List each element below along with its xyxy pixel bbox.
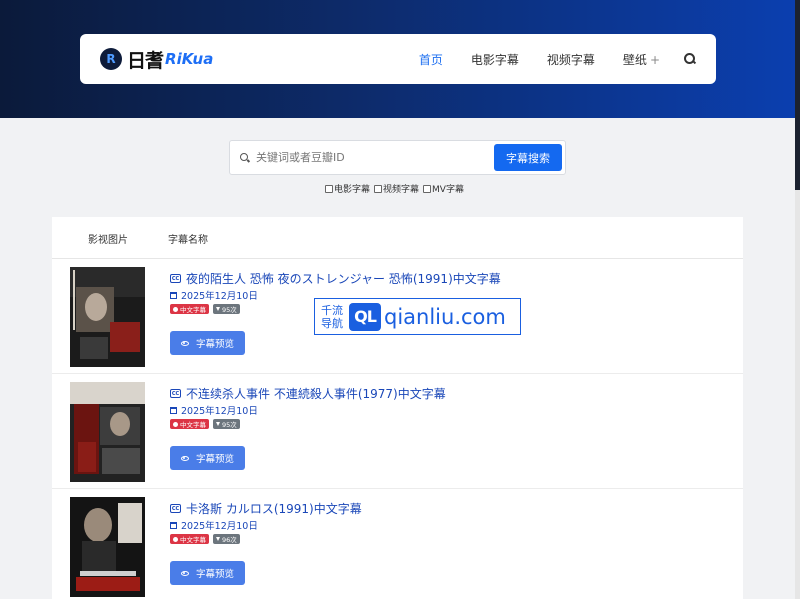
badges: 中文字幕 96次 xyxy=(170,534,244,544)
upload-date: 2025年12月10日 xyxy=(181,291,258,302)
subtitle-title: 不连续杀人事件 不連続殺人事件(1977)中文字幕 xyxy=(186,387,446,401)
subtitle-title-link[interactable]: CC 夜的陌生人 恐怖 夜のストレンジャー 恐怖(1991)中文字幕 xyxy=(170,270,501,287)
logo-name-cn: 日耆 xyxy=(127,49,164,72)
filter-label: 视频字幕 xyxy=(383,185,420,195)
search-button[interactable]: 字幕搜索 xyxy=(494,144,562,171)
download-icon xyxy=(216,422,220,426)
calendar-icon xyxy=(170,291,177,299)
cc-icon: CC xyxy=(170,504,181,513)
subtitle-title-link[interactable]: CC 卡洛斯 カルロス(1991)中文字幕 xyxy=(170,500,362,517)
download-count: 96次 xyxy=(222,536,237,544)
filter-video-subtitles[interactable]: 视频字幕 xyxy=(374,182,419,195)
movie-poster[interactable] xyxy=(70,497,145,597)
download-icon xyxy=(216,537,220,541)
download-count: 95次 xyxy=(222,421,237,429)
upload-date: 2025年12月10日 xyxy=(181,406,258,417)
watermark-cn: 千流 导航 xyxy=(317,304,347,330)
watermark-cn-bottom: 导航 xyxy=(321,316,343,330)
search-icon xyxy=(240,152,250,163)
preview-button[interactable]: 字幕预览 xyxy=(170,331,245,355)
nav-item-home[interactable]: 首页 xyxy=(419,51,443,68)
logo-name-en: RiKua xyxy=(165,50,214,68)
date-line: 2025年12月10日 xyxy=(170,288,258,302)
date-line: 2025年12月10日 xyxy=(170,518,258,532)
site-logo[interactable]: R 日耆 RiKua xyxy=(100,46,213,73)
globe-icon xyxy=(173,536,178,542)
download-count-badge: 96次 xyxy=(213,534,240,544)
checkbox[interactable] xyxy=(374,184,383,193)
cc-icon: CC xyxy=(170,389,181,398)
nav-item-wallpaper-label: 壁纸 xyxy=(622,52,647,67)
download-count: 95次 xyxy=(222,306,237,314)
language-badge: 中文字幕 xyxy=(170,304,209,314)
navbar: R 日耆 RiKua 首页 电影字幕 视频字幕 壁纸 + xyxy=(80,34,716,84)
scrollbar-thumb[interactable] xyxy=(795,0,800,190)
table-row: CC 卡洛斯 カルロス(1991)中文字幕 2025年12月10日 中文字幕 9… xyxy=(52,489,743,599)
calendar-icon xyxy=(170,521,177,529)
date-line: 2025年12月10日 xyxy=(170,403,258,417)
table-row: CC 不连续杀人事件 不連続殺人事件(1977)中文字幕 2025年12月10日… xyxy=(52,374,743,489)
download-count-badge: 95次 xyxy=(213,419,240,429)
filter-mv-subtitles[interactable]: MV字幕 xyxy=(423,182,464,195)
movie-poster[interactable] xyxy=(70,382,145,482)
checkbox[interactable] xyxy=(325,184,333,193)
calendar-icon xyxy=(170,406,177,414)
eye-icon xyxy=(180,570,189,576)
table-header: 影视图片 字幕名称 xyxy=(52,217,743,259)
globe-icon xyxy=(173,306,178,312)
eye-icon xyxy=(180,455,189,461)
filter-movie-subtitles[interactable]: 电影字幕 xyxy=(325,182,370,195)
nav-item-wallpaper[interactable]: 壁纸 + xyxy=(623,51,660,68)
language-badge: 中文字幕 xyxy=(170,419,209,429)
upload-date: 2025年12月10日 xyxy=(181,521,258,532)
search-icon[interactable] xyxy=(684,53,696,65)
filter-label: 电影字幕 xyxy=(334,185,371,195)
search-bar: 字幕搜索 xyxy=(229,140,566,175)
subtitle-title: 夜的陌生人 恐怖 夜のストレンジャー 恐怖(1991)中文字幕 xyxy=(186,272,501,286)
column-header-name: 字幕名称 xyxy=(168,235,208,246)
nav-item-movie-subtitles[interactable]: 电影字幕 xyxy=(471,51,519,68)
preview-button[interactable]: 字幕预览 xyxy=(170,561,245,585)
download-count-badge: 95次 xyxy=(213,304,240,314)
nav-menu: 首页 电影字幕 视频字幕 壁纸 + xyxy=(391,51,696,68)
watermark-logo-icon: QL xyxy=(349,302,381,331)
checkbox[interactable] xyxy=(423,184,432,193)
preview-label: 字幕预览 xyxy=(195,569,234,580)
movie-poster[interactable] xyxy=(70,267,145,367)
badges: 中文字幕 95次 xyxy=(170,304,244,314)
nav-item-video-subtitles[interactable]: 视频字幕 xyxy=(547,51,595,68)
language-badge-label: 中文字幕 xyxy=(180,421,206,429)
plus-icon: + xyxy=(649,52,660,67)
subtitle-title-link[interactable]: CC 不连续杀人事件 不連続殺人事件(1977)中文字幕 xyxy=(170,385,446,402)
column-header-image: 影视图片 xyxy=(88,235,128,246)
subtitle-title: 卡洛斯 カルロス(1991)中文字幕 xyxy=(186,502,362,516)
language-badge: 中文字幕 xyxy=(170,534,209,544)
preview-label: 字幕预览 xyxy=(195,454,234,465)
download-icon xyxy=(216,307,220,311)
cc-icon: CC xyxy=(170,274,181,283)
preview-label: 字幕预览 xyxy=(195,339,234,350)
watermark-url: qianliu.com xyxy=(384,304,506,329)
watermark-cn-top: 千流 xyxy=(321,303,343,317)
search-input[interactable] xyxy=(256,151,494,164)
filter-label: MV字幕 xyxy=(432,185,464,195)
eye-icon xyxy=(180,340,189,346)
language-badge-label: 中文字幕 xyxy=(180,306,206,314)
language-badge-label: 中文字幕 xyxy=(180,536,206,544)
preview-button[interactable]: 字幕预览 xyxy=(170,446,245,470)
badges: 中文字幕 95次 xyxy=(170,419,244,429)
globe-icon xyxy=(173,421,178,427)
watermark-overlay: 千流 导航 QL qianliu.com xyxy=(314,298,521,335)
search-filters: 电影字幕 视频字幕 MV字幕 xyxy=(325,182,468,195)
subtitle-table: 影视图片 字幕名称 CC 夜的陌生人 恐怖 夜のストレンジャー 恐怖(1991)… xyxy=(52,217,743,599)
logo-mark-icon: R xyxy=(100,48,122,70)
